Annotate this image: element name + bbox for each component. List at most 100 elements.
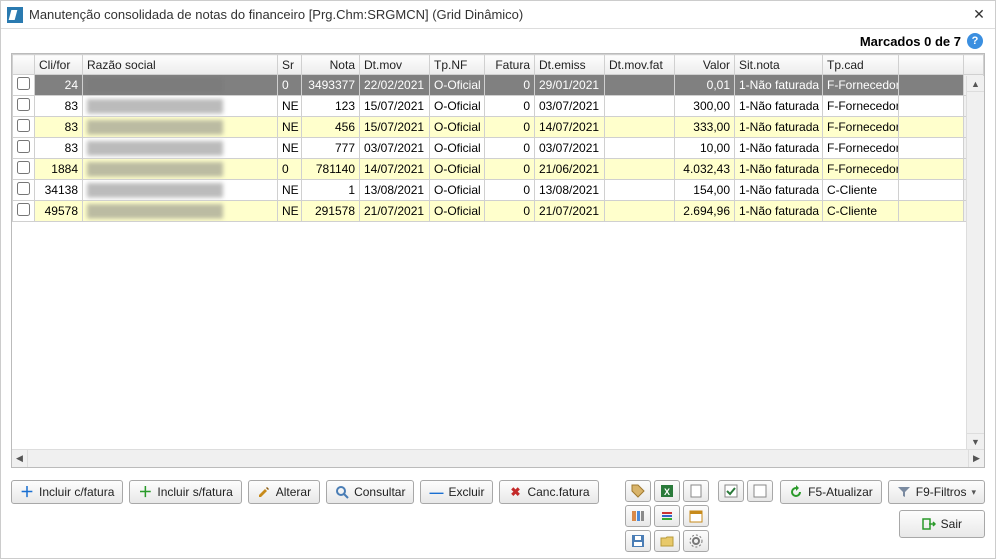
excel-icon: X — [660, 484, 674, 498]
row-checkbox[interactable] — [17, 203, 30, 216]
scroll-down-icon[interactable]: ▼ — [967, 433, 984, 449]
cell-sitnota: 1-Não faturada — [735, 75, 823, 96]
columns-icon-button[interactable] — [625, 505, 651, 527]
filter-icon — [897, 485, 911, 499]
tag-icon-button[interactable] — [625, 480, 651, 502]
horizontal-scrollbar[interactable]: ◀ ▶ — [12, 449, 984, 467]
window-close-button[interactable]: ✕ — [969, 6, 989, 23]
atualizar-button[interactable]: F5-Atualizar — [780, 480, 882, 504]
cell-tpnf: O-Oficial — [430, 75, 485, 96]
page-icon-button[interactable] — [683, 480, 709, 502]
row-checkbox[interactable] — [17, 140, 30, 153]
cell-razao: ████████████████ — [83, 75, 278, 96]
row-checkbox-cell[interactable] — [13, 117, 35, 138]
incluir-cfatura-button[interactable]: ＋ Incluir c/fatura — [11, 480, 123, 504]
cell-valor: 10,00 — [675, 138, 735, 159]
help-icon[interactable]: ? — [967, 33, 983, 49]
cell-dtemiss: 03/07/2021 — [535, 96, 605, 117]
col-header-dtmovfat[interactable]: Dt.mov.fat — [605, 55, 675, 75]
row-checkbox[interactable] — [17, 77, 30, 90]
cell-spacer — [899, 75, 964, 96]
col-header-tpcad[interactable]: Tp.cad — [823, 55, 899, 75]
row-checkbox-cell[interactable] — [13, 138, 35, 159]
cell-dtmovfat — [605, 96, 675, 117]
table-row[interactable]: 49578████████████████NE29157821/07/2021O… — [13, 201, 984, 222]
row-checkbox-cell[interactable] — [13, 180, 35, 201]
table-row[interactable]: 1884████████████████078114014/07/2021O-O… — [13, 159, 984, 180]
cell-clifor: 83 — [35, 138, 83, 159]
table-row[interactable]: 83████████████████NE77703/07/2021O-Ofici… — [13, 138, 984, 159]
cell-dtmovfat — [605, 75, 675, 96]
alterar-button[interactable]: Alterar — [248, 480, 320, 504]
row-checkbox[interactable] — [17, 161, 30, 174]
table-row[interactable]: 83████████████████NE45615/07/2021O-Ofici… — [13, 117, 984, 138]
col-header-dtmov[interactable]: Dt.mov — [360, 55, 430, 75]
incluir-sfatura-button[interactable]: ＋ Incluir s/fatura — [129, 480, 241, 504]
vertical-scrollbar[interactable]: ▲ ▼ — [966, 76, 984, 449]
row-checkbox[interactable] — [17, 182, 30, 195]
row-checkbox-cell[interactable] — [13, 96, 35, 117]
sliders-icon-button[interactable] — [654, 505, 680, 527]
canc-fatura-button[interactable]: ✖ Canc.fatura — [499, 480, 598, 504]
cell-spacer — [899, 159, 964, 180]
row-checkbox[interactable] — [17, 119, 30, 132]
col-header-sr[interactable]: Sr — [278, 55, 302, 75]
check-all-button[interactable] — [718, 480, 744, 502]
col-header-razao[interactable]: Razão social — [83, 55, 278, 75]
col-header-tpnf[interactable]: Tp.NF — [430, 55, 485, 75]
scroll-left-icon[interactable]: ◀ — [12, 450, 28, 467]
cell-nota: 291578 — [302, 201, 360, 222]
refresh-icon — [789, 485, 803, 499]
grid-table: Cli/for Razão social Sr Nota Dt.mov Tp.N… — [12, 54, 984, 222]
col-header-valor[interactable]: Valor — [675, 55, 735, 75]
calendar-icon-button[interactable] — [683, 505, 709, 527]
filtros-button[interactable]: F9-Filtros ▾ — [888, 480, 985, 504]
app-window: Manutenção consolidada de notas do finan… — [0, 0, 996, 559]
col-header-dtemiss[interactable]: Dt.emiss — [535, 55, 605, 75]
col-header-spacer — [899, 55, 964, 75]
row-checkbox[interactable] — [17, 98, 30, 111]
row-checkbox-cell[interactable] — [13, 159, 35, 180]
btn-label: Incluir s/fatura — [157, 485, 232, 499]
cell-dtemiss: 13/08/2021 — [535, 180, 605, 201]
open-icon-button[interactable] — [654, 530, 680, 552]
table-row[interactable]: 83████████████████NE12315/07/2021O-Ofici… — [13, 96, 984, 117]
cell-valor: 300,00 — [675, 96, 735, 117]
col-header-fatura[interactable]: Fatura — [485, 55, 535, 75]
consultar-button[interactable]: Consultar — [326, 480, 414, 504]
cell-dtmov: 13/08/2021 — [360, 180, 430, 201]
cell-sitnota: 1-Não faturada — [735, 138, 823, 159]
row-checkbox-cell[interactable] — [13, 75, 35, 96]
cell-sr: NE — [278, 117, 302, 138]
cell-fatura: 0 — [485, 96, 535, 117]
cell-sr: NE — [278, 138, 302, 159]
table-row[interactable]: 34138████████████████NE113/08/2021O-Ofic… — [13, 180, 984, 201]
cell-tpcad: F-Fornecedor — [823, 117, 899, 138]
cell-dtemiss: 14/07/2021 — [535, 117, 605, 138]
data-grid: Cli/for Razão social Sr Nota Dt.mov Tp.N… — [11, 53, 985, 468]
cell-dtmovfat — [605, 180, 675, 201]
scroll-up-icon[interactable]: ▲ — [967, 76, 984, 92]
floppy-icon — [631, 534, 645, 548]
excluir-button[interactable]: — Excluir — [420, 480, 493, 504]
gear-icon-button[interactable] — [683, 530, 709, 552]
save-icon-button[interactable] — [625, 530, 651, 552]
excel-icon-button[interactable]: X — [654, 480, 680, 502]
col-header-clifor[interactable]: Cli/for — [35, 55, 83, 75]
cell-sr: NE — [278, 201, 302, 222]
col-header-sitnota[interactable]: Sit.nota — [735, 55, 823, 75]
gear-icon — [689, 534, 703, 548]
col-header-checkbox[interactable] — [13, 55, 35, 75]
cell-tpcad: F-Fornecedor — [823, 75, 899, 96]
cell-tpnf: O-Oficial — [430, 159, 485, 180]
row-checkbox-cell[interactable] — [13, 201, 35, 222]
scroll-right-icon[interactable]: ▶ — [968, 450, 984, 467]
cell-nota: 781140 — [302, 159, 360, 180]
table-row[interactable]: 24████████████████0349337722/02/2021O-Of… — [13, 75, 984, 96]
cell-clifor: 1884 — [35, 159, 83, 180]
cell-sitnota: 1-Não faturada — [735, 180, 823, 201]
cell-razao: ████████████████ — [83, 96, 278, 117]
col-header-nota[interactable]: Nota — [302, 55, 360, 75]
uncheck-all-button[interactable] — [747, 480, 773, 502]
sair-button[interactable]: Sair — [899, 510, 985, 538]
